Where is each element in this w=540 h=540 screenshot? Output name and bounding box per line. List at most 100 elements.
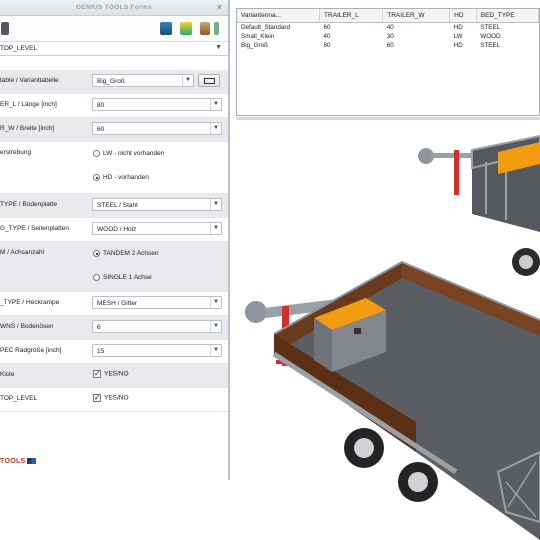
column-header[interactable]: Variantenna... (237, 9, 321, 23)
chevron-down-icon[interactable]: ▼ (210, 223, 221, 234)
hd-option-lw[interactable]: LW - nicht vorhanden (93, 150, 164, 157)
table-cell: 30 (386, 33, 394, 40)
close-icon[interactable]: × (217, 2, 222, 12)
table-cell: LW (453, 33, 463, 40)
trailer-model-front (245, 260, 540, 540)
bed-type-value: STEEL / Stahl (97, 201, 138, 209)
chevron-down-icon[interactable]: ▼ (215, 44, 222, 51)
tiedowns-select[interactable]: 6 ▼ (92, 320, 222, 333)
row-bed-type: TYPE / Bodenplatte STEEL / Stahl ▼ (0, 194, 228, 218)
hub (354, 438, 374, 458)
table-cell: 60 (386, 42, 394, 49)
column-header[interactable]: TRAILER_W (382, 9, 451, 23)
tiedowns-value: 6 (97, 323, 101, 331)
checkbox-checked-icon (93, 369, 101, 378)
chevron-down-icon[interactable]: ▼ (210, 345, 221, 356)
form-rows: table / Varianttabelle Big_Groß ▼ ER_L /… (0, 70, 228, 412)
side-type-select[interactable]: WOOD / Holz ▼ (92, 222, 222, 235)
row-variant-table: table / Varianttabelle Big_Groß ▼ (0, 70, 228, 94)
top-level-checkbox-label: YES/NO (104, 394, 129, 402)
logo-mark-icon (27, 458, 37, 465)
hd-option-lw-label: LW - nicht vorhanden (103, 150, 165, 158)
column-header[interactable]: TRAILER_L (319, 9, 384, 23)
panel-title: GENIUS TOOLS Forms (75, 4, 153, 11)
box-checkbox-label: YES/NO (104, 370, 129, 378)
table-cell: STEEL (480, 24, 501, 31)
column-header[interactable]: BED_TYPE (476, 9, 540, 23)
table-cell: Default_Standard (241, 24, 291, 31)
ramp-type-value: MESH / Gitter (97, 299, 138, 307)
lock-icon (354, 328, 361, 334)
axles-option-tandem[interactable]: TANDEM 2 Achsen (93, 250, 159, 257)
radio-icon (93, 274, 100, 281)
hitch-ball-front (245, 301, 267, 323)
variant-table-select[interactable]: Big_Groß ▼ (92, 74, 194, 87)
chevron-down-icon[interactable]: ▼ (210, 297, 221, 308)
checkbox-checked-icon (93, 393, 101, 402)
hub-back (519, 255, 533, 269)
trailer-w-select[interactable]: 60 ▼ (92, 122, 222, 135)
bed-type-label: TYPE / Bodenplatte (0, 201, 58, 208)
chevron-down-icon[interactable]: ▼ (210, 321, 221, 332)
level-select[interactable]: TOP_LEVEL ▼ (0, 42, 228, 56)
table-row[interactable]: Default_Standard 60 40 HD STEEL (237, 23, 539, 33)
box-label: Kiste (0, 371, 15, 378)
cad-viewport[interactable] (236, 122, 540, 540)
side-type-label: G_TYPE / Seitenplatten (0, 225, 70, 232)
row-wheel-spec: PEC Radgröße [inch] 15 ▼ (0, 340, 228, 364)
row-ramp-type: _TYPE / Heckrampe MESH / Gitter ▼ (0, 292, 228, 316)
chevron-down-icon[interactable]: ▼ (182, 75, 193, 86)
trailer-l-select[interactable]: 80 ▼ (92, 98, 222, 111)
row-hd: erstrebung LW - nicht vorhanden HD - vor… (0, 142, 228, 194)
refresh-icon[interactable] (180, 22, 192, 35)
box-checkbox[interactable]: YES/NO (93, 369, 129, 378)
radio-selected-icon (93, 250, 100, 257)
chevron-down-icon[interactable]: ▼ (210, 99, 221, 110)
chevron-down-icon[interactable]: ▼ (210, 199, 221, 210)
bed-type-select[interactable]: STEEL / Stahl ▼ (92, 198, 222, 211)
row-tiedowns: WNS / Bodenösen 6 ▼ (0, 316, 228, 340)
logo-text: TOOLS (0, 458, 26, 465)
axles-option-single-label: SINGLE 1 Achse (103, 274, 152, 282)
trailer-model-back (418, 134, 540, 276)
chevron-down-icon[interactable]: ▼ (210, 123, 221, 134)
variant-table-value: Big_Groß (97, 77, 125, 85)
axles-label: M / Achsanzahl (0, 249, 45, 256)
ramp-type-select[interactable]: MESH / Gitter ▼ (92, 296, 222, 309)
table-cell: Big_Groß (241, 42, 268, 49)
table-row[interactable]: Small_Klein 40 30 LW WOOD (237, 32, 539, 41)
column-header[interactable]: HD (449, 9, 477, 23)
table-cell: 60 (323, 24, 331, 31)
table-icon (204, 78, 215, 84)
table-cell: Small_Klein (241, 33, 275, 40)
panel-toolbar (0, 16, 228, 42)
table-splitter[interactable] (236, 117, 540, 120)
menu-icon[interactable] (214, 22, 219, 35)
top-level-checkbox[interactable]: YES/NO (93, 393, 129, 402)
row-side-type: G_TYPE / Seitenplatten WOOD / Holz ▼ (0, 218, 228, 242)
jack-stand-back (454, 150, 459, 195)
tiedowns-label: WNS / Bodenösen (0, 323, 54, 330)
table-cell: STEEL (480, 42, 501, 49)
row-trailer-w: R_W / Breite [inch] 60 ▼ (0, 118, 228, 142)
table-cell: 80 (323, 42, 331, 49)
open-table-button[interactable] (198, 74, 220, 87)
hd-option-hd[interactable]: HD - vorhanden (93, 174, 149, 181)
table-header-row: Variantenna... TRAILER_L TRAILER_W HD BE… (237, 9, 540, 23)
table-cell: 40 (386, 24, 394, 31)
row-axles: M / Achsanzahl TANDEM 2 Achsen SINGLE 1 … (0, 242, 228, 292)
pin-icon[interactable] (1, 22, 9, 35)
level-select-value: TOP_LEVEL (0, 45, 38, 52)
row-top-level: TOP_LEVEL YES/NO (0, 388, 228, 412)
axles-option-single[interactable]: SINGLE 1 Achse (93, 274, 152, 281)
table-row[interactable]: Big_Groß 80 60 HD STEEL (237, 41, 539, 50)
save-icon[interactable] (160, 22, 172, 35)
tools-icon[interactable] (200, 22, 210, 35)
axles-option-tandem-label: TANDEM 2 Achsen (103, 250, 159, 258)
variant-table: Variantenna... TRAILER_L TRAILER_W HD BE… (237, 9, 540, 50)
wheel-spec-select[interactable]: 15 ▼ (92, 344, 222, 357)
hd-label: erstrebung (0, 149, 32, 156)
table-cell: 40 (323, 33, 331, 40)
trailer-w-label: R_W / Breite [inch] (0, 125, 55, 132)
wheel-spec-value: 15 (97, 347, 105, 355)
